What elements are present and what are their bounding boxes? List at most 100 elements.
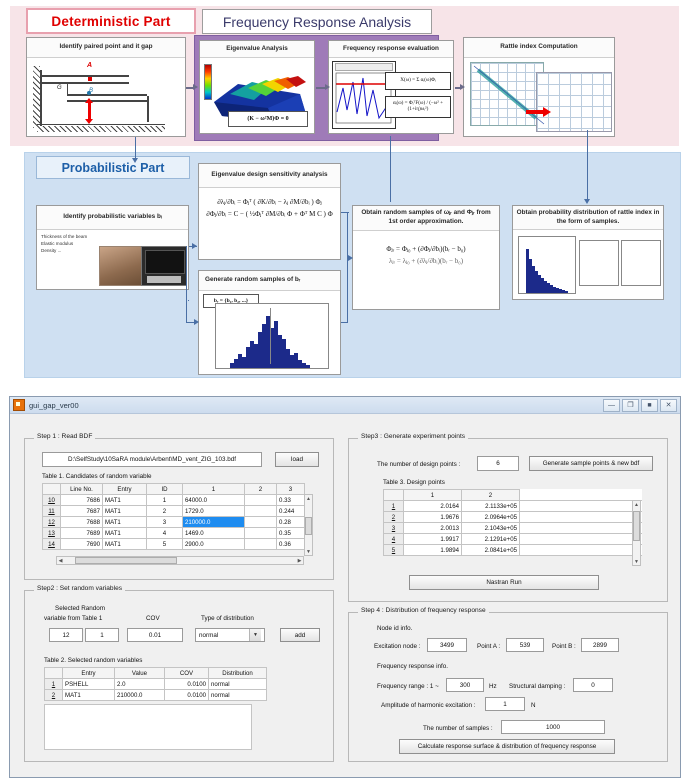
bdf-path-input[interactable]: D:\SelfStudy\10SaRA module\Arbent\MD_ven… — [42, 452, 262, 467]
table-row[interactable]: 3 2.0013 2.1043e+05 — [383, 522, 642, 534]
cell-col2[interactable] — [244, 538, 277, 550]
cell-col2[interactable]: 2.0841e+05 — [461, 544, 520, 556]
calculate-response-button[interactable]: Calculate response surface & distributio… — [399, 739, 615, 754]
minimize-button[interactable]: — — [603, 398, 620, 412]
close-button[interactable]: ✕ — [660, 398, 677, 412]
cell-col1[interactable]: 2.0013 — [403, 522, 462, 534]
cell-distribution[interactable]: normal — [208, 678, 267, 690]
cell-col2[interactable]: 2.0964e+05 — [461, 511, 520, 523]
nastran-run-button[interactable]: Nastran Run — [409, 575, 599, 590]
cell-line-no[interactable]: 7686 — [60, 494, 103, 506]
cell-col2[interactable] — [244, 527, 277, 539]
cell-id[interactable]: 3 — [146, 516, 183, 528]
table-row[interactable]: 1 2.0164 2.1133e+05 — [383, 500, 642, 512]
table-row[interactable]: 10 7686 MAT1 1 64000.0 0.33 — [42, 494, 305, 506]
column-header[interactable]: Line No. — [60, 483, 103, 495]
cell-col1[interactable]: 1729.0 — [182, 505, 245, 517]
table1-vertical-scrollbar[interactable]: ▲ ▼ — [304, 494, 313, 556]
cell-col1[interactable]: 1.9676 — [403, 511, 462, 523]
column-header[interactable]: 1 — [182, 483, 245, 495]
cell-col1[interactable]: 1.9894 — [403, 544, 462, 556]
point-a-input[interactable]: 539 — [506, 638, 544, 652]
cell-entry[interactable]: PSHELL — [62, 678, 115, 690]
scroll-up-arrow[interactable]: ▲ — [305, 495, 312, 502]
scroll-down-arrow-3[interactable]: ▼ — [633, 558, 640, 565]
row-header[interactable]: 1 — [44, 678, 63, 690]
cell-col1[interactable]: 2.0164 — [403, 500, 462, 512]
number-of-samples-input[interactable]: 1000 — [501, 720, 605, 734]
column-header[interactable]: Entry — [62, 667, 115, 679]
table1-hscroll-thumb[interactable] — [75, 557, 177, 564]
distribution-select[interactable]: normal ▼ — [195, 628, 265, 642]
row-header[interactable]: 2 — [44, 689, 63, 701]
table-row[interactable]: 2 1.9676 2.0964e+05 — [383, 511, 642, 523]
cell-line-no[interactable]: 7690 — [60, 538, 103, 550]
cell-col1[interactable]: 64000.0 — [182, 494, 245, 506]
frequency-range-input[interactable]: 300 — [446, 678, 484, 692]
generate-sample-points-button[interactable]: Generate sample points & new bdf — [529, 456, 653, 471]
cell-line-no[interactable]: 7689 — [60, 527, 103, 539]
num-design-points-input[interactable]: 6 — [477, 456, 519, 471]
table-row[interactable]: 13 7689 MAT1 4 1469.0 0.35 — [42, 527, 305, 539]
row-header[interactable]: 13 — [42, 527, 61, 539]
cell-id[interactable]: 4 — [146, 527, 183, 539]
load-button[interactable]: load — [275, 452, 319, 467]
row-header[interactable]: 12 — [42, 516, 61, 528]
column-header[interactable]: COV — [164, 667, 209, 679]
row-header[interactable]: 11 — [42, 505, 61, 517]
column-header[interactable] — [383, 489, 404, 501]
table1-scroll-thumb[interactable] — [305, 517, 312, 535]
cell-distribution[interactable]: normal — [208, 689, 267, 701]
table1-horizontal-scrollbar[interactable]: ◀ ▶ — [56, 556, 304, 565]
cell-entry[interactable]: MAT1 — [102, 494, 147, 506]
maximize-button[interactable]: ■ — [641, 398, 658, 412]
cell-line-no[interactable]: 7687 — [60, 505, 103, 517]
row-header[interactable]: 5 — [383, 544, 404, 556]
amplitude-input[interactable]: 1 — [485, 697, 525, 711]
cell-col3[interactable]: 0.36 — [276, 538, 305, 550]
column-header[interactable]: Value — [114, 667, 165, 679]
cell-col2[interactable]: 2.1133e+05 — [461, 500, 520, 512]
row-header[interactable]: 1 — [383, 500, 404, 512]
cell-id[interactable]: 2 — [146, 505, 183, 517]
scroll-down-arrow[interactable]: ▼ — [305, 548, 312, 555]
table-design-points[interactable]: 1 2 1 2.0164 2.1133e+05 2 1.9676 2.0964e+05 3 2.0… — [383, 489, 642, 556]
column-header[interactable]: Entry — [102, 483, 147, 495]
row-header[interactable]: 4 — [383, 533, 404, 545]
column-header[interactable]: 2 — [244, 483, 277, 495]
cell-cov[interactable]: 0.0100 — [164, 678, 209, 690]
column-header[interactable]: 3 — [276, 483, 305, 495]
cell-col3[interactable]: 0.35 — [276, 527, 305, 539]
table-selected-random-variables[interactable]: Entry Value COV Distribution 1 PSHELL 2.0 0.010… — [44, 667, 267, 701]
cell-line-no[interactable]: 7688 — [60, 516, 103, 528]
restore-button[interactable]: ❐ — [622, 398, 639, 412]
point-b-input[interactable]: 2899 — [581, 638, 619, 652]
chevron-down-icon[interactable]: ▼ — [249, 629, 261, 641]
structural-damping-input[interactable]: 0 — [573, 678, 613, 692]
cell-col2[interactable]: 2.1291e+05 — [461, 533, 520, 545]
column-header[interactable] — [44, 667, 63, 679]
table-row[interactable]: 4 1.9917 2.1291e+05 — [383, 533, 642, 545]
scroll-left-arrow[interactable]: ◀ — [57, 557, 64, 564]
column-header[interactable]: Distribution — [208, 667, 267, 679]
cell-entry[interactable]: MAT1 — [102, 516, 147, 528]
cell-col3[interactable]: 0.28 — [276, 516, 305, 528]
cell-id[interactable]: 5 — [146, 538, 183, 550]
cell-col1[interactable]: 210000.0 — [182, 516, 245, 528]
table-row[interactable]: 1 PSHELL 2.0 0.0100 normal — [44, 678, 267, 690]
cell-entry[interactable]: MAT1 — [62, 689, 115, 701]
cell-col2[interactable] — [244, 505, 277, 517]
cell-col1[interactable]: 2900.0 — [182, 538, 245, 550]
table-row[interactable]: 12 7688 MAT1 3 210000.0 0.28 — [42, 516, 305, 528]
cell-id[interactable]: 1 — [146, 494, 183, 506]
column-header[interactable]: 2 — [461, 489, 520, 501]
cell-entry[interactable]: MAT1 — [102, 538, 147, 550]
column-header[interactable]: 1 — [403, 489, 462, 501]
table-row[interactable]: 5 1.9894 2.0841e+05 — [383, 544, 642, 556]
table-row[interactable]: 11 7687 MAT1 2 1729.0 0.244 — [42, 505, 305, 517]
cell-entry[interactable]: MAT1 — [102, 505, 147, 517]
cell-col2[interactable]: 2.1043e+05 — [461, 522, 520, 534]
scroll-up-arrow-3[interactable]: ▲ — [633, 501, 640, 508]
cell-col1[interactable]: 1.9917 — [403, 533, 462, 545]
selected-row-input[interactable]: 12 — [49, 628, 83, 642]
